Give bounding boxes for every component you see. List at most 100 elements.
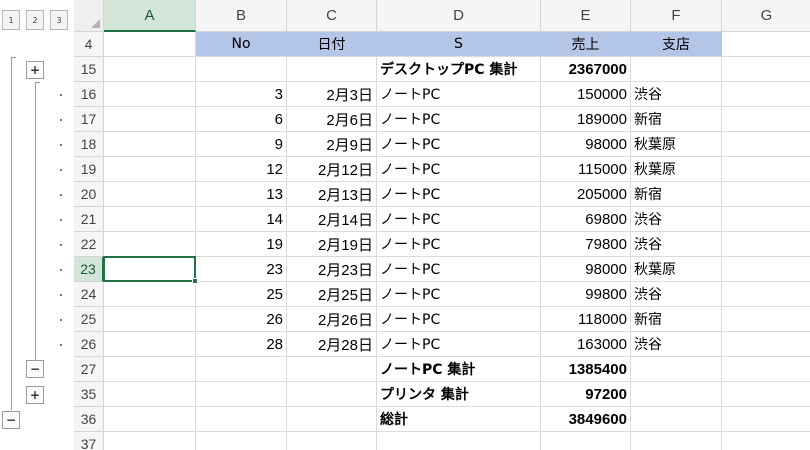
- cell-a25[interactable]: [104, 307, 196, 332]
- cell-e20[interactable]: 205000: [541, 182, 631, 207]
- row-header-4[interactable]: 4: [74, 32, 104, 57]
- cell-g25[interactable]: [722, 307, 810, 332]
- outline-expand-button[interactable]: +: [26, 61, 44, 79]
- row-header-25[interactable]: 25: [74, 307, 104, 332]
- cell-d26[interactable]: ノートPC: [377, 332, 541, 357]
- cell-b26[interactable]: 28: [196, 332, 287, 357]
- cell-a26[interactable]: [104, 332, 196, 357]
- cell-a35[interactable]: [104, 382, 196, 407]
- outline-collapse-button[interactable]: −: [2, 411, 20, 429]
- column-header-a[interactable]: A: [104, 0, 196, 32]
- cell-e26[interactable]: 163000: [541, 332, 631, 357]
- cell-c15[interactable]: [287, 57, 377, 82]
- cell-b22[interactable]: 19: [196, 232, 287, 257]
- column-header-b[interactable]: B: [196, 0, 287, 32]
- cell-e4[interactable]: 売上: [541, 32, 631, 57]
- cell-b27[interactable]: [196, 357, 287, 382]
- cell-b25[interactable]: 26: [196, 307, 287, 332]
- outline-collapse-button[interactable]: −: [26, 360, 44, 378]
- cell-a19[interactable]: [104, 157, 196, 182]
- cell-a4[interactable]: [104, 32, 196, 57]
- cell-e18[interactable]: 98000: [541, 132, 631, 157]
- row-header-23[interactable]: 23: [74, 257, 104, 282]
- cell-c21[interactable]: 2月14日: [287, 207, 377, 232]
- cell-a15[interactable]: [104, 57, 196, 82]
- cell-a24[interactable]: [104, 282, 196, 307]
- outline-level-3-button[interactable]: 3: [50, 10, 68, 30]
- cell-d25[interactable]: ノートPC: [377, 307, 541, 332]
- cell-c37[interactable]: [287, 432, 377, 450]
- cell-d16[interactable]: ノートPC: [377, 82, 541, 107]
- cell-d4[interactable]: S: [377, 32, 541, 57]
- select-all-corner[interactable]: [74, 0, 104, 32]
- cell-c22[interactable]: 2月19日: [287, 232, 377, 257]
- cell-b15[interactable]: [196, 57, 287, 82]
- cell-e22[interactable]: 79800: [541, 232, 631, 257]
- cell-f16[interactable]: 渋谷: [631, 82, 722, 107]
- cell-c35[interactable]: [287, 382, 377, 407]
- cell-c25[interactable]: 2月26日: [287, 307, 377, 332]
- cell-f24[interactable]: 渋谷: [631, 282, 722, 307]
- column-header-d[interactable]: D: [377, 0, 541, 32]
- cell-a16[interactable]: [104, 82, 196, 107]
- cell-a23[interactable]: [104, 257, 196, 282]
- cell-b37[interactable]: [196, 432, 287, 450]
- cell-c4[interactable]: 日付: [287, 32, 377, 57]
- cell-f21[interactable]: 渋谷: [631, 207, 722, 232]
- row-header-27[interactable]: 27: [74, 357, 104, 382]
- cell-f23[interactable]: 秋葉原: [631, 257, 722, 282]
- cell-a20[interactable]: [104, 182, 196, 207]
- cell-f17[interactable]: 新宿: [631, 107, 722, 132]
- column-header-c[interactable]: C: [287, 0, 377, 32]
- cell-d20[interactable]: ノートPC: [377, 182, 541, 207]
- cell-c20[interactable]: 2月13日: [287, 182, 377, 207]
- cell-e24[interactable]: 99800: [541, 282, 631, 307]
- cell-d15[interactable]: デスクトップPC 集計: [377, 57, 541, 82]
- cell-e19[interactable]: 115000: [541, 157, 631, 182]
- cell-b18[interactable]: 9: [196, 132, 287, 157]
- cell-g26[interactable]: [722, 332, 810, 357]
- cell-d22[interactable]: ノートPC: [377, 232, 541, 257]
- cell-d21[interactable]: ノートPC: [377, 207, 541, 232]
- column-header-f[interactable]: F: [631, 0, 722, 32]
- row-header-19[interactable]: 19: [74, 157, 104, 182]
- cell-d35[interactable]: プリンタ 集計: [377, 382, 541, 407]
- cell-c17[interactable]: 2月6日: [287, 107, 377, 132]
- row-header-17[interactable]: 17: [74, 107, 104, 132]
- cell-g35[interactable]: [722, 382, 810, 407]
- cell-g20[interactable]: [722, 182, 810, 207]
- cell-a27[interactable]: [104, 357, 196, 382]
- cell-e23[interactable]: 98000: [541, 257, 631, 282]
- cell-f19[interactable]: 秋葉原: [631, 157, 722, 182]
- cell-d18[interactable]: ノートPC: [377, 132, 541, 157]
- cell-b21[interactable]: 14: [196, 207, 287, 232]
- row-header-20[interactable]: 20: [74, 182, 104, 207]
- cell-e37[interactable]: [541, 432, 631, 450]
- column-header-g[interactable]: G: [722, 0, 810, 32]
- cell-f15[interactable]: [631, 57, 722, 82]
- cell-c26[interactable]: 2月28日: [287, 332, 377, 357]
- cell-a18[interactable]: [104, 132, 196, 157]
- cell-e16[interactable]: 150000: [541, 82, 631, 107]
- cell-b16[interactable]: 3: [196, 82, 287, 107]
- cell-g4[interactable]: [722, 32, 810, 57]
- cell-g27[interactable]: [722, 357, 810, 382]
- cell-e21[interactable]: 69800: [541, 207, 631, 232]
- column-header-e[interactable]: E: [541, 0, 631, 32]
- cell-d36[interactable]: 総計: [377, 407, 541, 432]
- cell-g22[interactable]: [722, 232, 810, 257]
- row-header-36[interactable]: 36: [74, 407, 104, 432]
- cell-b4[interactable]: No: [196, 32, 287, 57]
- row-header-15[interactable]: 15: [74, 57, 104, 82]
- cell-b17[interactable]: 6: [196, 107, 287, 132]
- cell-d23[interactable]: ノートPC: [377, 257, 541, 282]
- cell-e17[interactable]: 189000: [541, 107, 631, 132]
- cell-g15[interactable]: [722, 57, 810, 82]
- row-header-37[interactable]: 37: [74, 432, 104, 450]
- outline-level-2-button[interactable]: 2: [26, 10, 44, 30]
- cell-d27[interactable]: ノートPC 集計: [377, 357, 541, 382]
- cell-a36[interactable]: [104, 407, 196, 432]
- cell-b24[interactable]: 25: [196, 282, 287, 307]
- cell-g23[interactable]: [722, 257, 810, 282]
- row-header-18[interactable]: 18: [74, 132, 104, 157]
